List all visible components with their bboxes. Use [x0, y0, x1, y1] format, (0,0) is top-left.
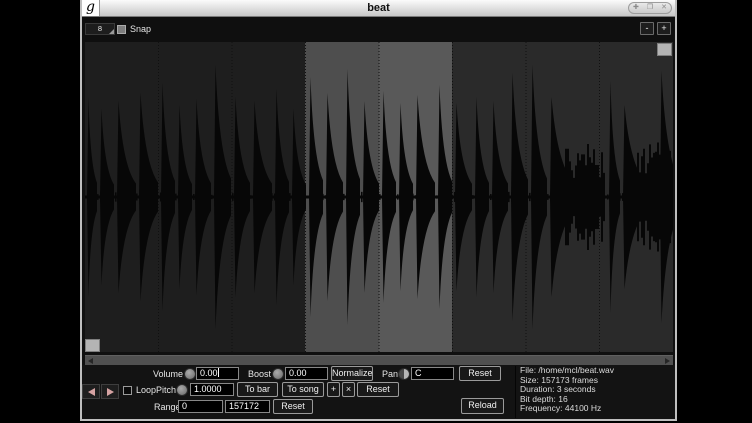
pan-knob[interactable] — [398, 368, 410, 380]
range-from-input[interactable]: 0 — [178, 400, 223, 413]
scroll-left-icon[interactable] — [88, 358, 93, 364]
left-triangle-icon — [88, 388, 95, 396]
titlebar[interactable]: g beat ✚ ❐ ✕ — [82, 0, 675, 17]
reload-button[interactable]: Reload — [461, 398, 504, 414]
boost-label: Boost — [248, 368, 271, 380]
pitch-double-button[interactable]: + — [327, 382, 340, 397]
pitch-knob[interactable] — [176, 384, 188, 396]
range-reset-button[interactable]: Reset — [273, 399, 313, 414]
pitch-to-bar-button[interactable]: To bar — [237, 382, 278, 397]
snap-label: Snap — [130, 23, 151, 35]
pitch-to-song-button[interactable]: To song — [282, 382, 324, 397]
zoom-out-button[interactable]: - — [640, 22, 654, 35]
window-title: beat — [82, 0, 675, 17]
range-label: Range — [154, 401, 181, 413]
horizontal-scrollbar[interactable] — [85, 355, 673, 365]
text-caret — [218, 368, 219, 377]
snap-checkbox[interactable] — [117, 25, 126, 34]
pitch-reset-button[interactable]: Reset — [357, 382, 399, 397]
boost-input[interactable]: 0.00 — [285, 367, 328, 380]
boost-knob[interactable] — [272, 368, 284, 380]
pan-label: Pan — [382, 368, 398, 380]
pan-reset-button[interactable]: Reset — [459, 366, 501, 381]
loop-checkbox[interactable] — [123, 386, 132, 395]
range-to-input[interactable]: 157172 — [225, 400, 270, 413]
volume-label: Volume — [153, 368, 183, 380]
pan-input[interactable]: C — [411, 367, 454, 380]
file-info-panel: File: /home/mcl/beat.wav Size: 157173 fr… — [515, 366, 673, 418]
right-triangle-icon — [107, 388, 114, 396]
normalize-button[interactable]: Normalize — [331, 366, 373, 381]
minimize-icon[interactable]: ✚ — [633, 3, 639, 13]
sample-editor-window: g beat ✚ ❐ ✕ 8 Snap - + — [80, 0, 677, 421]
waveform — [85, 42, 673, 352]
grid-size-dropdown[interactable]: 8 — [85, 23, 115, 35]
play-backward-button[interactable] — [82, 384, 100, 399]
play-forward-button[interactable] — [101, 384, 119, 399]
scroll-right-icon[interactable] — [665, 358, 670, 364]
corner-grip-top-right — [657, 43, 672, 56]
screen: g beat ✚ ❐ ✕ 8 Snap - + — [0, 0, 752, 423]
pitch-label: Pitch — [156, 384, 176, 396]
volume-knob[interactable] — [184, 368, 196, 380]
corner-grip-bottom-left — [85, 339, 100, 352]
volume-input[interactable]: 0.00 — [196, 367, 239, 380]
window-controls: ✚ ❐ ✕ — [628, 2, 672, 14]
file-info-frequency: Frequency: 44100 Hz — [520, 404, 673, 414]
close-icon[interactable]: ✕ — [661, 3, 667, 13]
zoom-in-button[interactable]: + — [657, 22, 671, 35]
pitch-half-button[interactable]: × — [342, 382, 355, 397]
pitch-input[interactable]: 1.0000 — [190, 383, 234, 396]
restore-icon[interactable]: ❐ — [647, 3, 653, 13]
waveform-display[interactable] — [85, 42, 673, 352]
toolbar — [82, 17, 675, 42]
loop-label: Loop — [136, 384, 156, 396]
